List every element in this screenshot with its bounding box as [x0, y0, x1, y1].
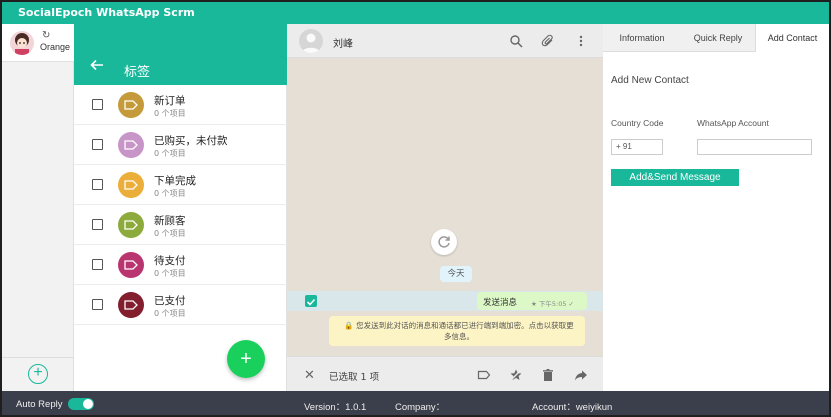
- label-row[interactable]: 新订单 0 个项目: [74, 85, 287, 125]
- labels-header: 标签: [74, 24, 287, 85]
- label-count: 0 个项目: [154, 309, 186, 318]
- label-name: 已购买，未付款: [154, 135, 228, 147]
- app-title: SocialEpoch WhatsApp Scrm: [18, 6, 195, 19]
- tag-icon: [118, 92, 144, 118]
- contact-avatar[interactable]: [299, 29, 323, 53]
- label-row[interactable]: 新顾客 0 个项目: [74, 205, 287, 245]
- message-text: 发送消息: [483, 298, 518, 308]
- add-account-button[interactable]: +: [28, 364, 48, 384]
- message-bubble[interactable]: 发送消息 ★ 下午5:05 ✓: [477, 292, 587, 310]
- tag-icon: [118, 132, 144, 158]
- divider: [2, 357, 74, 358]
- tag-icon: [118, 172, 144, 198]
- date-chip: 今天: [440, 266, 472, 282]
- label-checkbox[interactable]: [92, 299, 103, 310]
- label-checkbox[interactable]: [92, 219, 103, 230]
- label-row[interactable]: 已购买，未付款 0 个项目: [74, 125, 287, 165]
- star-icon[interactable]: [509, 368, 523, 382]
- refresh-icon[interactable]: ↻: [42, 30, 50, 41]
- message-checkbox[interactable]: [305, 295, 317, 307]
- label-checkbox[interactable]: [92, 179, 103, 190]
- label-name: 已支付: [154, 295, 186, 307]
- labels-title: 标签: [124, 65, 151, 80]
- version-text: Version：1.0.1: [304, 402, 367, 413]
- account-text: Account：weiyikun: [532, 402, 613, 413]
- chat-area: 刘峰 今天 发送消息 ★ 下午5:05 ✓ 🔒 您发送到此对话的消息和通话都已进…: [287, 24, 603, 391]
- back-arrow-icon[interactable]: [90, 58, 104, 72]
- close-selection-icon[interactable]: ✕: [304, 367, 315, 383]
- message-time: ★ 下午5:05 ✓: [531, 300, 575, 308]
- delete-icon[interactable]: [541, 368, 555, 382]
- contact-name: 刘峰: [333, 39, 353, 50]
- sync-button[interactable]: [431, 229, 457, 255]
- toggle-knob: [83, 399, 93, 409]
- add-label-button[interactable]: +: [227, 340, 265, 378]
- account-name: Orange: [40, 42, 71, 52]
- tag-icon: [118, 212, 144, 238]
- account-sidebar: ↻ Orange +: [2, 24, 74, 391]
- label-checkbox[interactable]: [92, 99, 103, 110]
- label-row[interactable]: 下单完成 0 个项目: [74, 165, 287, 205]
- chat-background: [287, 58, 603, 356]
- company-text: Company：: [395, 402, 446, 413]
- selection-footer: ✕ 已选取 1 项: [287, 356, 603, 391]
- title-bar: SocialEpoch WhatsApp Scrm: [2, 2, 829, 24]
- country-code-label: Country Code: [611, 118, 664, 128]
- encryption-notice[interactable]: 🔒 您发送到此对话的消息和通话都已进行端到端加密。点击以获取更多信息。: [329, 316, 585, 346]
- app-window: SocialEpoch WhatsApp Scrm ↻ Orange + 标签 …: [0, 0, 831, 417]
- right-tabs: Information Quick Reply Add Contact: [603, 24, 829, 52]
- more-options-icon[interactable]: [574, 34, 588, 48]
- avatar: [10, 31, 34, 55]
- tag-icon: [118, 252, 144, 278]
- label-name: 新订单: [154, 95, 186, 107]
- labels-panel: 标签 新订单 0 个项目 已购买，未付款 0 个项目 下单完成 0 个项目 新顾…: [74, 24, 287, 391]
- label-row[interactable]: 待支付 0 个项目: [74, 245, 287, 285]
- attach-icon[interactable]: [541, 34, 555, 48]
- label-name: 待支付: [154, 255, 186, 267]
- label-count: 0 个项目: [154, 269, 186, 278]
- tab-information[interactable]: Information: [603, 24, 681, 52]
- right-panel: Information Quick Reply Add Contact Add …: [603, 24, 829, 391]
- label-count: 0 个项目: [154, 189, 186, 198]
- label-checkbox[interactable]: [92, 139, 103, 150]
- auto-reply-toggle[interactable]: [68, 398, 94, 410]
- auto-reply-label: Auto Reply: [16, 399, 63, 410]
- tab-add-contact[interactable]: Add Contact: [755, 24, 829, 52]
- forward-icon[interactable]: [574, 368, 588, 382]
- section-title: Add New Contact: [611, 75, 689, 86]
- label-count: 0 个项目: [154, 149, 186, 158]
- whatsapp-account-label: WhatsApp Account: [697, 118, 769, 128]
- add-send-button[interactable]: Add&Send Message: [611, 169, 739, 186]
- label-name: 新顾客: [154, 215, 186, 227]
- country-code-input[interactable]: + 91: [611, 139, 663, 155]
- label-row[interactable]: 已支付 0 个项目: [74, 285, 287, 325]
- label-name: 下单完成: [154, 175, 196, 187]
- status-bar: Auto Reply Version：1.0.1 Company： Accoun…: [2, 391, 829, 415]
- tag-icon: [118, 292, 144, 318]
- tab-quick-reply[interactable]: Quick Reply: [681, 24, 755, 52]
- chat-header: 刘峰: [287, 24, 603, 58]
- label-checkbox[interactable]: [92, 259, 103, 270]
- account-item[interactable]: ↻ Orange: [2, 24, 74, 62]
- label-count: 0 个项目: [154, 109, 186, 118]
- label-count: 0 个项目: [154, 229, 186, 238]
- whatsapp-account-input[interactable]: [697, 139, 812, 155]
- selected-count: 已选取 1 项: [329, 372, 380, 383]
- search-icon[interactable]: [509, 34, 523, 48]
- label-icon[interactable]: [477, 368, 491, 382]
